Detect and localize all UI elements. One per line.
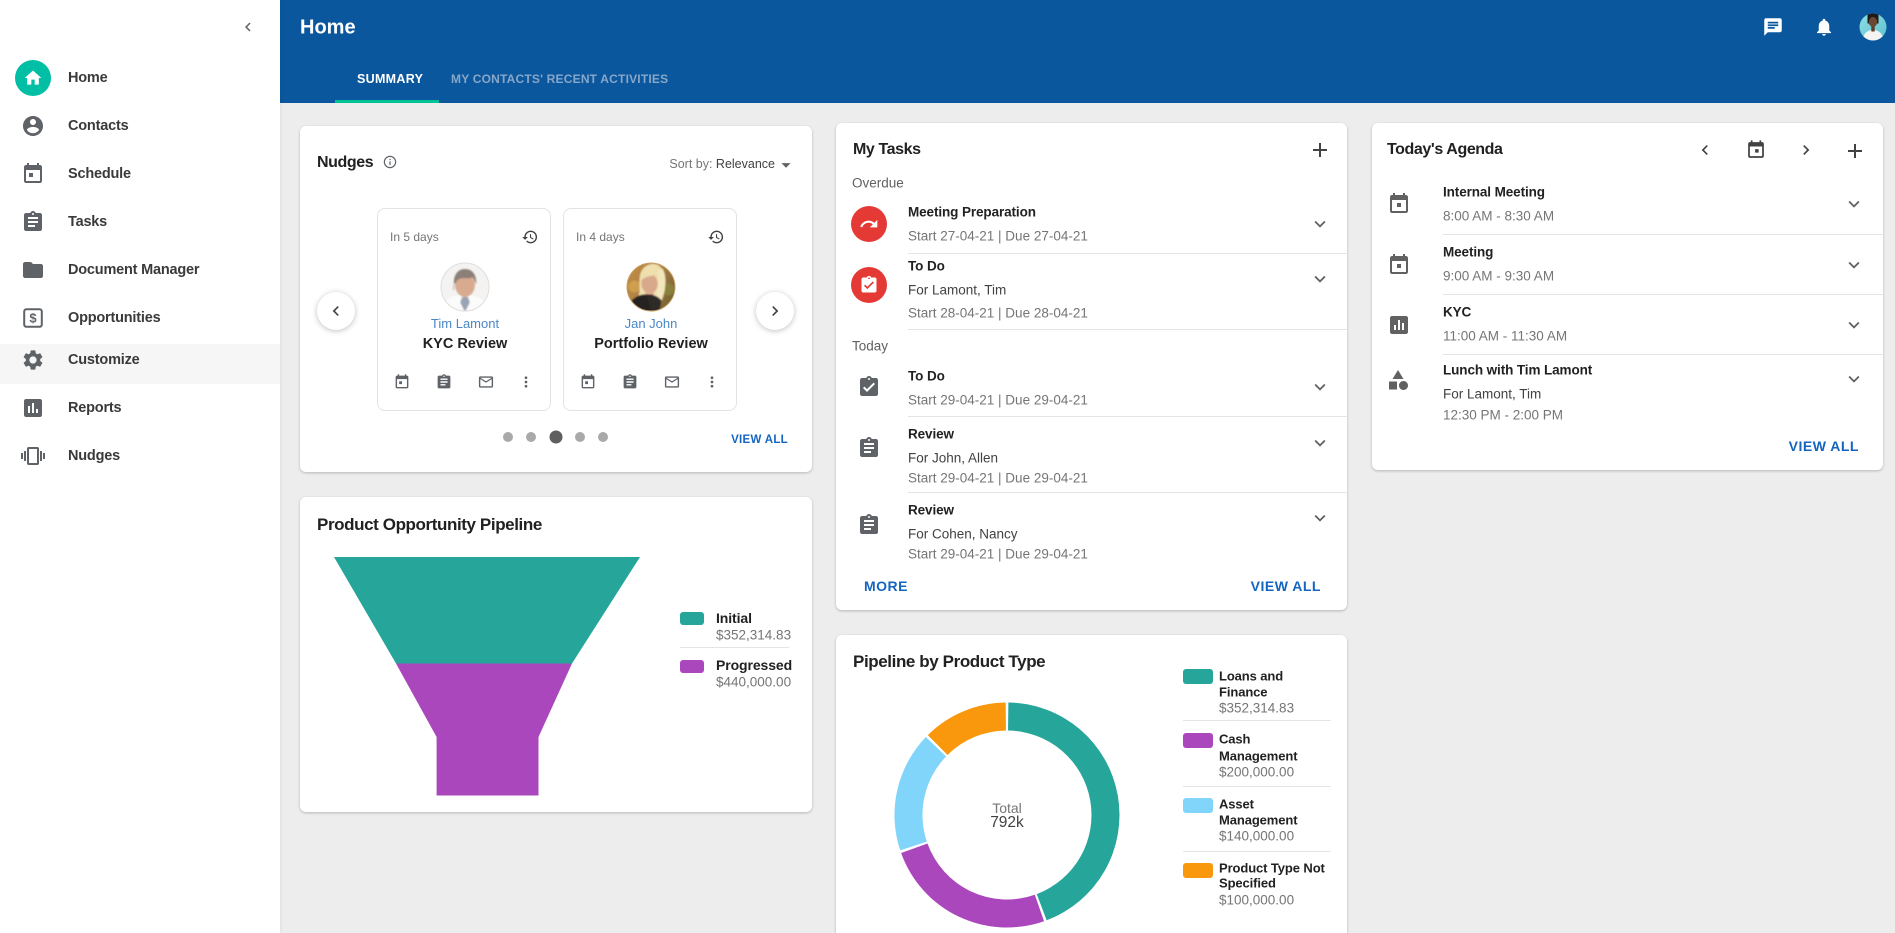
svg-text:$: $ [29,311,37,326]
